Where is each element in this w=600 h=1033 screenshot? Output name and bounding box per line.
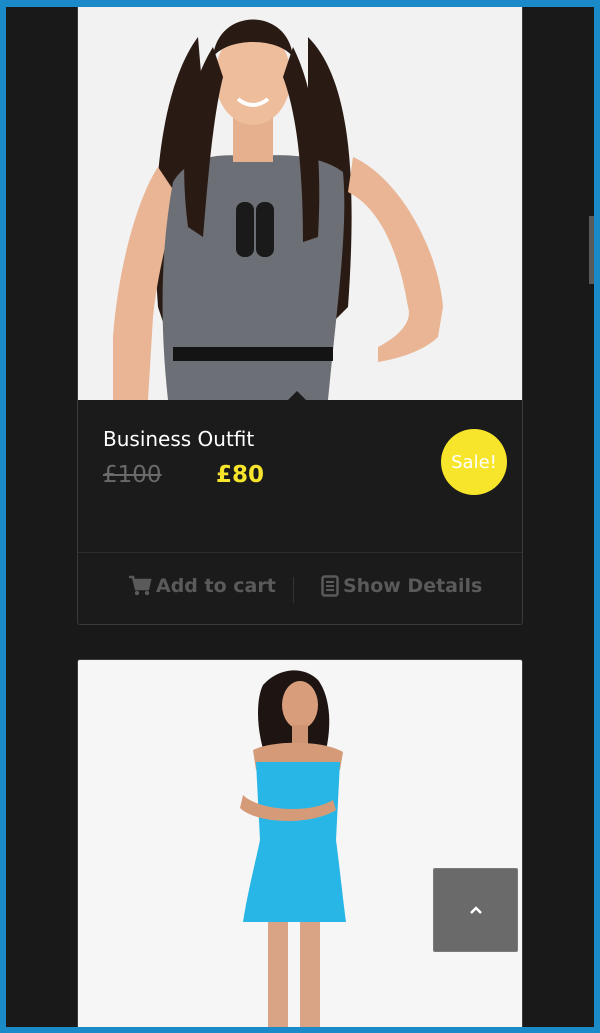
- chevron-up-icon: [469, 906, 482, 914]
- document-icon: [321, 575, 339, 597]
- product-photo-blue-dress: [78, 660, 522, 1027]
- back-to-top-button[interactable]: [433, 868, 518, 952]
- add-to-cart-label: Add to cart: [156, 575, 276, 597]
- actions-divider: [293, 577, 294, 603]
- product-image[interactable]: [78, 7, 522, 400]
- product-title[interactable]: Business Outfit: [103, 427, 254, 451]
- product-card: [77, 659, 523, 1027]
- add-to-cart-button[interactable]: Add to cart: [128, 575, 276, 597]
- sale-badge: Sale!: [441, 429, 507, 495]
- sale-price: £80: [216, 462, 265, 488]
- cart-icon: [129, 575, 152, 596]
- product-card: Business Outfit £100 £80 Sale! Add to ca…: [77, 7, 523, 625]
- product-image[interactable]: [78, 660, 522, 1027]
- image-pointer: [288, 391, 306, 400]
- old-price: £100: [103, 462, 162, 488]
- page-viewport: Business Outfit £100 £80 Sale! Add to ca…: [6, 7, 594, 1027]
- product-info: Business Outfit £100 £80 Sale!: [78, 400, 522, 553]
- show-details-label: Show Details: [343, 575, 483, 597]
- product-actions: Add to cart Show Details: [78, 553, 522, 623]
- product-photo-business-outfit: [78, 7, 522, 400]
- show-details-button[interactable]: Show Details: [321, 575, 482, 597]
- scrollbar-thumb[interactable]: [589, 216, 594, 284]
